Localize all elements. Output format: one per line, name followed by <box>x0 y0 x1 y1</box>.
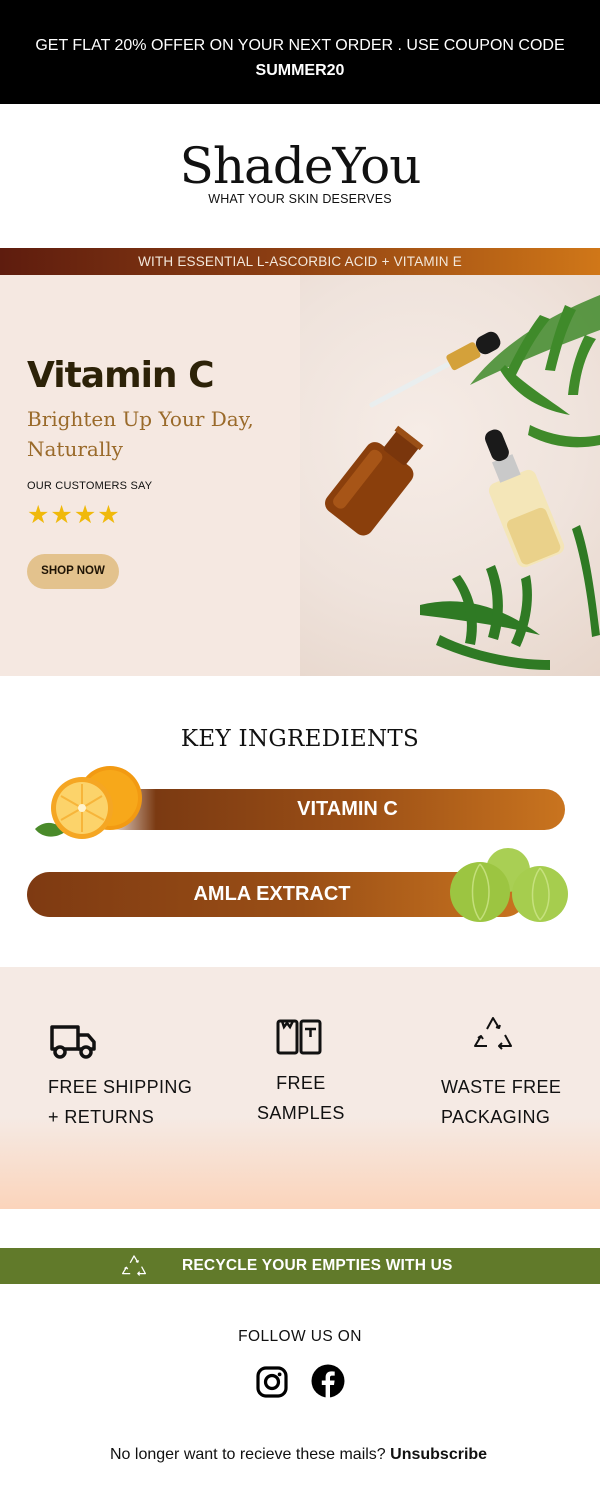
serum-bottles-image[interactable] <box>300 275 600 676</box>
recycle-banner-text: RECYCLE YOUR EMPTIES WITH US <box>182 1257 453 1274</box>
follow-us-label: FOLLOW US ON <box>238 1328 362 1345</box>
instagram-icon[interactable] <box>256 1366 288 1398</box>
recycle-icon <box>474 1017 512 1050</box>
features-section: FREE SHIPPING + RETURNS FREE SAMPLES WAS… <box>0 967 600 1209</box>
feature-line: + RETURNS <box>48 1107 155 1127</box>
recycle-icon <box>122 1255 146 1276</box>
facebook-icon[interactable] <box>311 1364 345 1398</box>
feature-line: WASTE FREE <box>441 1077 562 1097</box>
rating-stars: ★★★★ <box>27 501 121 529</box>
unsubscribe-prompt: No longer want to recieve these mails? <box>110 1446 386 1463</box>
key-ingredients-title: KEY INGREDIENTS <box>180 726 420 752</box>
unsubscribe-line: No longer want to recieve these mails? U… <box>110 1446 487 1464</box>
brand-logo[interactable]: ShadeYou <box>0 136 600 196</box>
hero-banner: Vitamin C Brighten Up Your Day, Naturall… <box>0 275 600 676</box>
promo-text: GET FLAT 20% OFFER ON YOUR NEXT ORDER . … <box>35 37 565 54</box>
amla-fruit-icon <box>450 848 568 922</box>
brand-header: ShadeYou WHAT YOUR SKIN DESERVES <box>0 136 600 206</box>
promo-bar: GET FLAT 20% OFFER ON YOUR NEXT ORDER . … <box>0 0 600 104</box>
product-photo-illustration <box>325 295 600 670</box>
feature-free-samples: FREE SAMPLES <box>257 1068 345 1128</box>
hero-title: Vitamin C <box>27 355 215 396</box>
unsubscribe-link[interactable]: Unsubscribe <box>390 1446 487 1463</box>
feature-line: PACKAGING <box>441 1107 551 1127</box>
hero-subtitle: Brighten Up Your Day, Naturally <box>27 407 254 461</box>
truck-icon <box>50 1025 96 1059</box>
customers-label: OUR CUSTOMERS SAY <box>27 480 153 492</box>
coupon-code: SUMMER20 <box>255 62 345 79</box>
recycle-banner[interactable]: RECYCLE YOUR EMPTIES WITH US <box>0 1248 600 1284</box>
feature-line: FREE <box>276 1073 326 1093</box>
feature-waste-free: WASTE FREE PACKAGING <box>441 1072 561 1132</box>
feature-line: SAMPLES <box>257 1103 345 1123</box>
sample-bottles-icon <box>276 1019 322 1055</box>
brand-tagline: WHAT YOUR SKIN DESERVES <box>208 192 392 206</box>
ingredient-bar-vitamin-c: VITAMIN C <box>100 789 565 830</box>
feature-line: FREE SHIPPING <box>48 1077 193 1097</box>
shop-now-button[interactable]: SHOP NOW <box>27 554 119 589</box>
orange-fruit-icon <box>35 766 142 839</box>
ingredient-stripe: WITH ESSENTIAL L-ASCORBIC ACID + VITAMIN… <box>0 248 600 275</box>
feature-free-shipping: FREE SHIPPING + RETURNS <box>48 1072 192 1132</box>
